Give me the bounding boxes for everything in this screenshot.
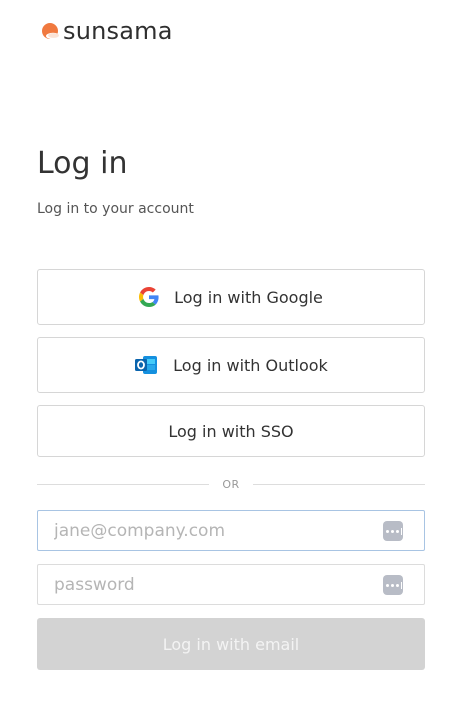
sso-login-button[interactable]: Log in with SSO: [37, 405, 425, 457]
divider-line-right: [252, 483, 425, 485]
brand-name: sunsama: [63, 17, 173, 45]
or-label: OR: [222, 477, 240, 491]
page-title: Log in: [37, 146, 128, 181]
autofill-icon[interactable]: [383, 521, 403, 541]
page-subtitle: Log in to your account: [37, 201, 194, 217]
email-input[interactable]: [38, 511, 374, 550]
outlook-icon: [134, 354, 158, 376]
google-login-button[interactable]: Log in with Google: [37, 269, 425, 325]
sso-login-label: Log in with SSO: [168, 421, 294, 441]
outlook-login-label: Log in with Outlook: [173, 355, 328, 375]
sunsama-sun-cloud-icon: [42, 23, 60, 40]
outlook-login-button[interactable]: Log in with Outlook: [37, 337, 425, 393]
password-input[interactable]: [38, 565, 374, 604]
or-divider: OR: [37, 475, 425, 493]
sunsama-logo[interactable]: sunsama: [39, 16, 173, 46]
email-field-container: [37, 510, 425, 551]
google-icon: [139, 287, 159, 307]
email-login-button[interactable]: Log in with email: [37, 618, 425, 670]
google-login-label: Log in with Google: [174, 287, 323, 307]
divider-line-left: [37, 483, 210, 485]
autofill-icon[interactable]: [383, 575, 403, 595]
password-field-container: [37, 564, 425, 605]
